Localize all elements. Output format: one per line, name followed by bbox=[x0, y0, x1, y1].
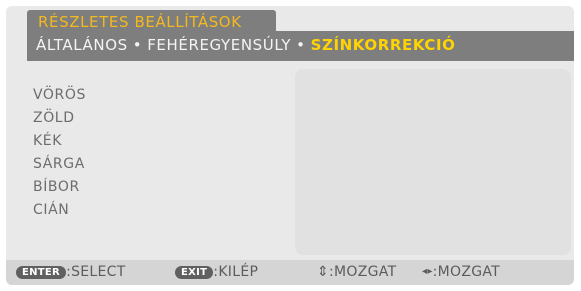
menu-item-sarga[interactable]: SÁRGA bbox=[33, 153, 86, 176]
color-menu: VÖRÖS ZÖLD KÉK SÁRGA BÍBOR CIÁN bbox=[33, 84, 86, 222]
menu-item-kek[interactable]: KÉK bbox=[33, 130, 86, 153]
window-title: RÉSZLETES BEÁLLÍTÁSOK bbox=[38, 13, 242, 31]
footer-hint-bar: ENTER:SELECT EXIT:KILÉP ⇕:MOZGAT ◂▸:MOZG… bbox=[6, 260, 574, 285]
menu-item-voros[interactable]: VÖRÖS bbox=[33, 84, 86, 107]
tab-szinkorrekcio[interactable]: SZÍNKORREKCIÓ bbox=[311, 36, 456, 54]
tab-altalanos[interactable]: ÁLTALÁNOS bbox=[36, 36, 128, 54]
tab-list: ÁLTALÁNOS • FEHÉREGYENSÚLY • SZÍNKORREKCIÓ bbox=[36, 36, 456, 54]
left-right-arrow-icon: ◂▸ bbox=[422, 266, 433, 277]
tab-separator: • bbox=[296, 36, 306, 54]
footer-exit-hint: EXIT:KILÉP bbox=[175, 264, 258, 280]
move-label: :MOZGAT bbox=[432, 264, 501, 280]
footer-updown-hint: ⇕:MOZGAT bbox=[317, 264, 396, 280]
tab-separator: • bbox=[132, 36, 143, 54]
footer-leftright-hint: ◂▸:MOZGAT bbox=[422, 264, 500, 280]
exit-key-icon: EXIT bbox=[175, 266, 214, 279]
tab-feheregyensuly[interactable]: FEHÉREGYENSÚLY bbox=[147, 36, 291, 54]
value-panel bbox=[295, 69, 571, 255]
move-label: :MOZGAT bbox=[329, 264, 397, 280]
menu-item-bibor[interactable]: BÍBOR bbox=[33, 176, 86, 199]
content-area: VÖRÖS ZÖLD KÉK SÁRGA BÍBOR CIÁN bbox=[6, 61, 574, 260]
footer-select-hint: ENTER:SELECT bbox=[16, 264, 126, 280]
settings-window: RÉSZLETES BEÁLLÍTÁSOK ÁLTALÁNOS • FEHÉREGY… bbox=[6, 6, 574, 285]
enter-key-icon: ENTER bbox=[16, 266, 67, 279]
exit-label: :KILÉP bbox=[213, 264, 259, 280]
menu-item-cian[interactable]: CIÁN bbox=[33, 199, 86, 222]
select-label: :SELECT bbox=[66, 264, 126, 280]
tab-bar: ÁLTALÁNOS • FEHÉREGYENSÚLY • SZÍNKORREKCIÓ bbox=[27, 31, 574, 61]
menu-item-zold[interactable]: ZÖLD bbox=[33, 107, 86, 130]
up-down-arrow-icon: ⇕ bbox=[317, 264, 330, 280]
